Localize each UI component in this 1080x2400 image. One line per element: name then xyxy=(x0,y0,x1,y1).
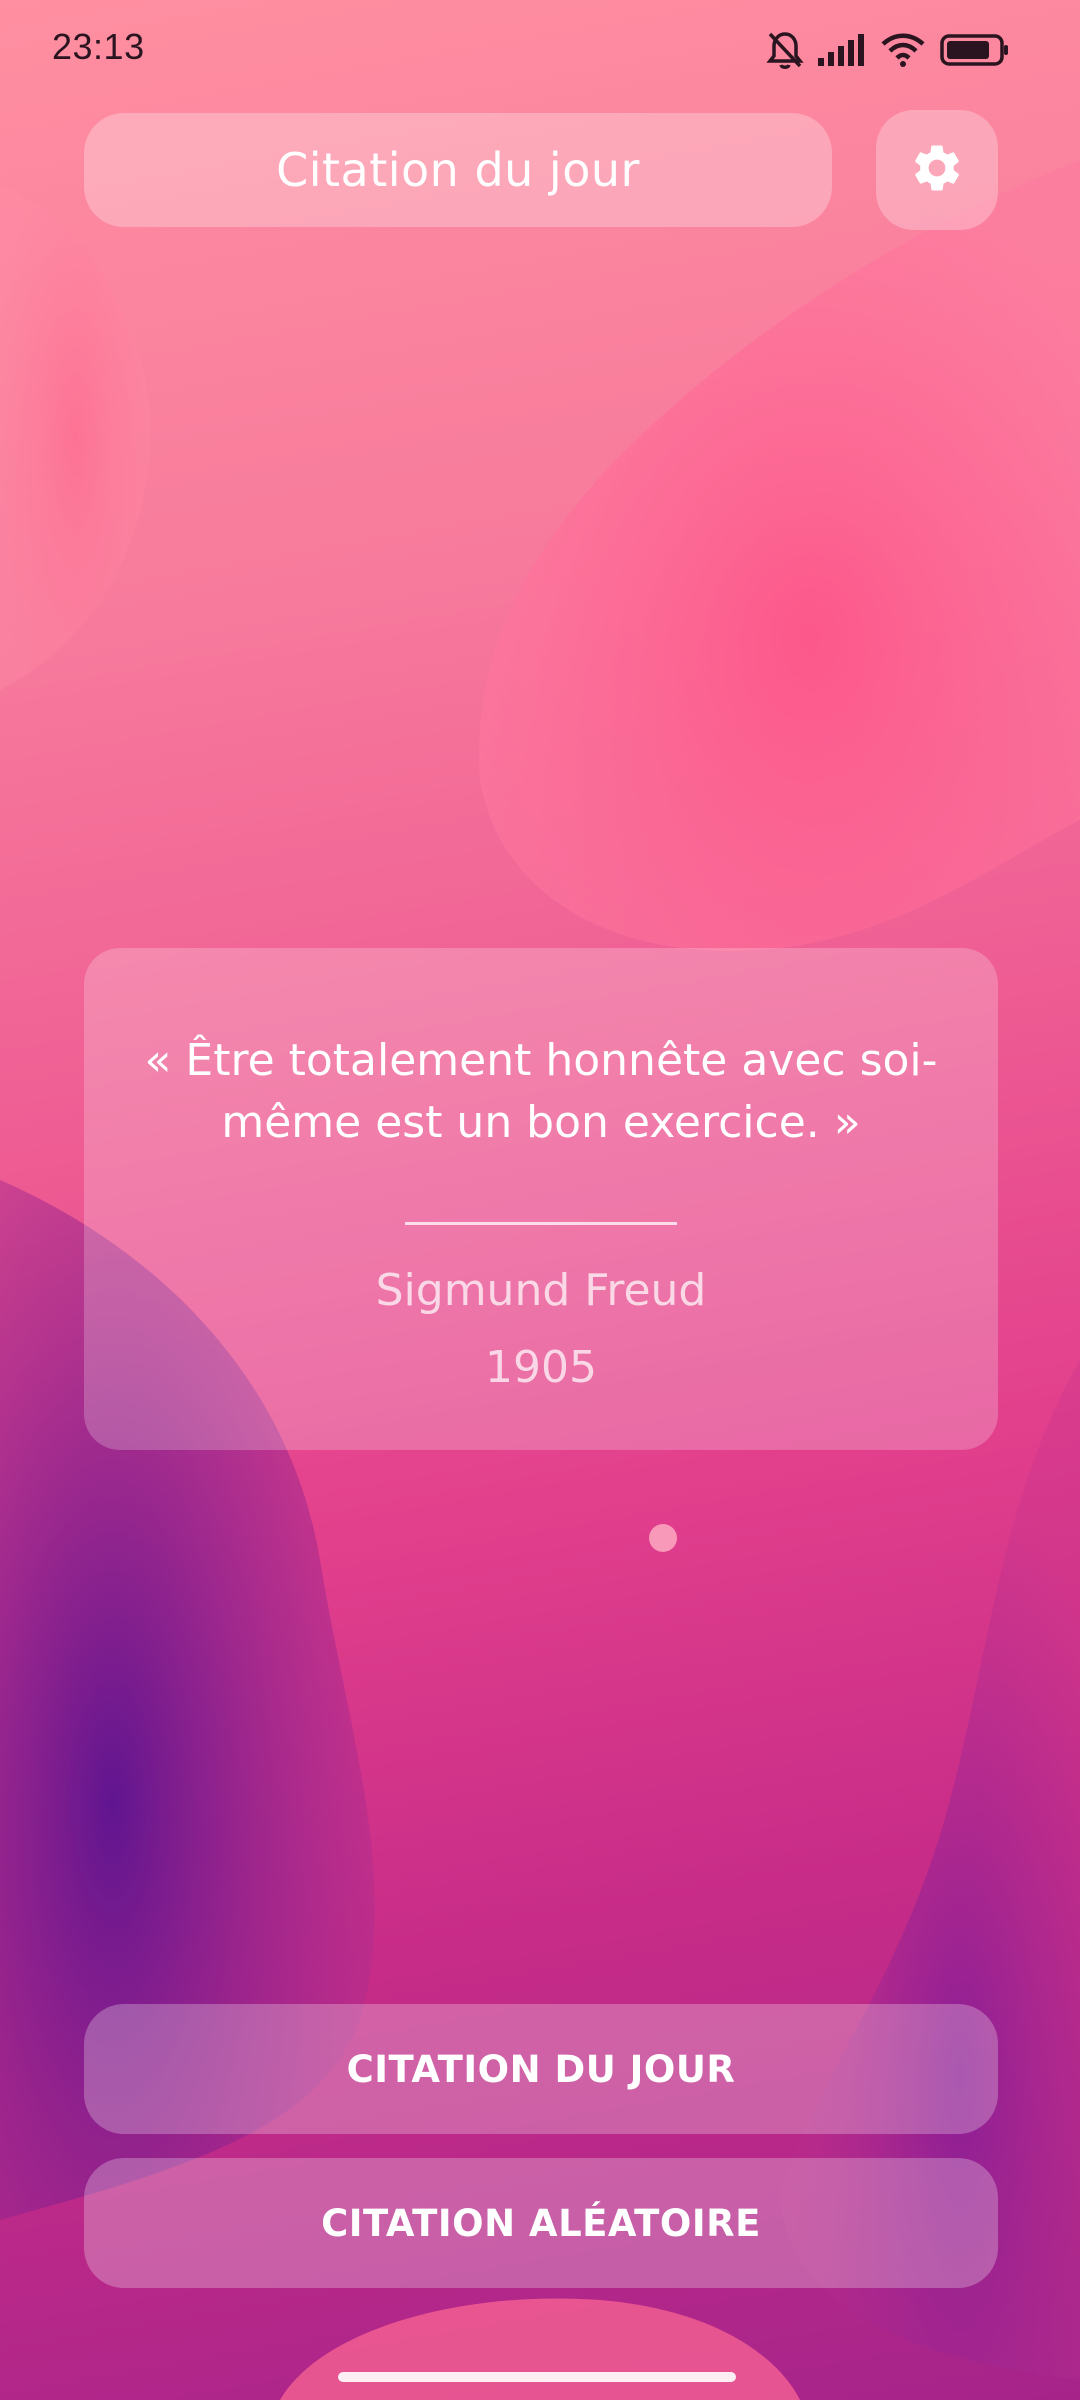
signal-icon xyxy=(818,34,866,66)
quote-card: « Être totalement honnête avec soi-même … xyxy=(84,948,998,1450)
gear-icon xyxy=(909,140,965,200)
quote-year: 1905 xyxy=(485,1342,597,1393)
quote-divider xyxy=(405,1222,677,1225)
quote-text: « Être totalement honnête avec soi-même … xyxy=(144,1035,938,1148)
wifi-icon xyxy=(880,33,926,67)
page-title: Citation du jour xyxy=(276,143,640,197)
bell-muted-icon xyxy=(766,30,804,70)
title-pill: Citation du jour xyxy=(84,113,832,227)
status-icons xyxy=(766,28,1010,72)
citation-aleatoire-button[interactable]: CITATION ALÉATOIRE xyxy=(84,2158,998,2288)
settings-button[interactable] xyxy=(876,110,998,230)
battery-icon xyxy=(940,34,1010,66)
quote-author: Sigmund Freud xyxy=(375,1265,707,1316)
app-screen: 23:13 Citation du jour « Être totalement… xyxy=(0,0,1080,2400)
home-indicator[interactable] xyxy=(338,2372,736,2382)
citation-du-jour-button[interactable]: CITATION DU JOUR xyxy=(84,2004,998,2134)
status-time: 23:13 xyxy=(52,26,145,67)
status-bar: 23:13 xyxy=(0,0,1080,100)
